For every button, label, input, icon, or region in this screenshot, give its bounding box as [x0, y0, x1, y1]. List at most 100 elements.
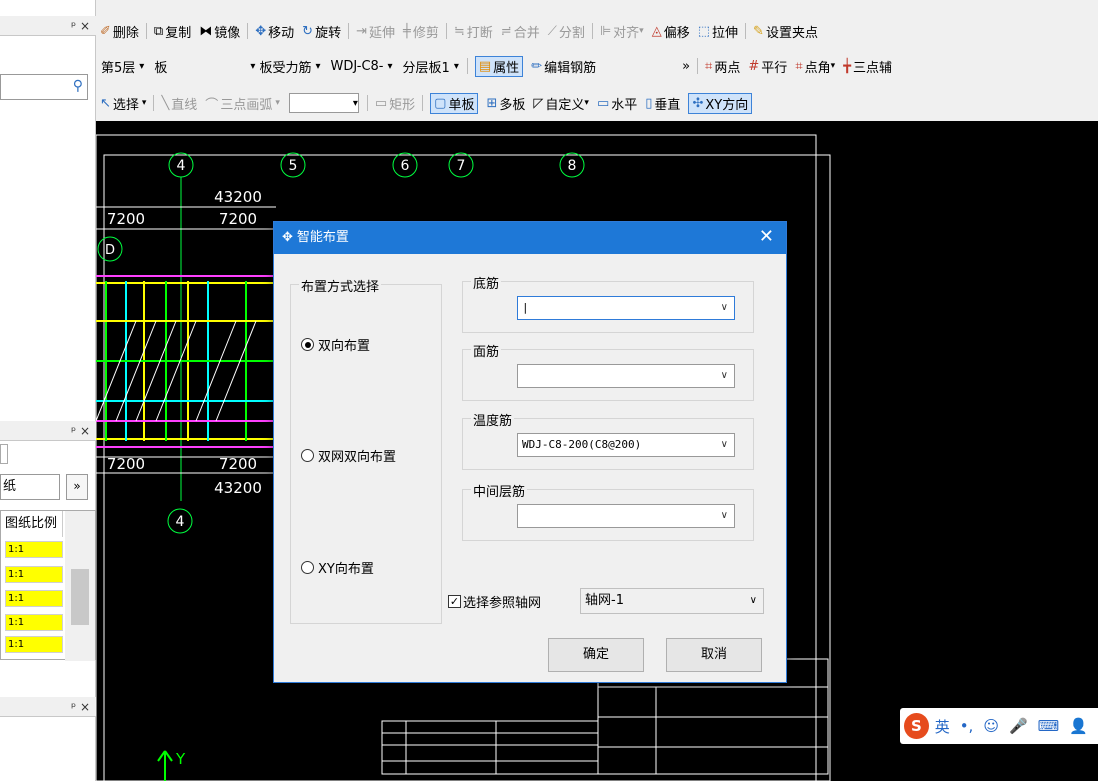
break-button[interactable]: ≒ 打断 — [454, 22, 493, 41]
table-row[interactable]: 1:1 — [5, 566, 63, 583]
bottom-rebar-label: 底筋 — [471, 273, 502, 292]
floor-select[interactable]: 第5层 ▾ — [101, 57, 144, 76]
table-row[interactable]: 1:1 — [5, 590, 63, 607]
multi-board-button[interactable]: ⊞ 多板 — [486, 94, 525, 113]
stretch-icon: ⬚ — [697, 23, 711, 39]
move-icon: ✥ — [255, 23, 267, 39]
split-button[interactable]: ⟋ 分割 — [548, 22, 585, 41]
table-row[interactable]: 1:1 — [5, 636, 63, 653]
scroll-thumb[interactable] — [71, 569, 89, 625]
axis-label: 8 — [568, 158, 577, 174]
edit-rebar-button[interactable]: ✏ 编辑钢筋 — [531, 57, 596, 76]
rect-button[interactable]: ▭ 矩形 — [375, 94, 415, 113]
punct-icon[interactable]: •, — [960, 717, 974, 735]
offset-button[interactable]: ◬ 偏移 — [652, 22, 690, 41]
cancel-button[interactable]: 取消 — [666, 638, 762, 672]
scale-table: 图纸比例 1:1 1:1 1:1 1:1 1:1 — [0, 510, 96, 661]
parallel-icon: # — [748, 58, 760, 74]
single-board-button[interactable]: ▢ 单板 — [430, 92, 479, 114]
move-button[interactable]: ✥ 移动 — [255, 22, 294, 41]
close-icon[interactable]: ✕ — [759, 222, 774, 252]
layer-select[interactable]: 分层板1 ▾ — [403, 57, 459, 76]
dimension-label: 7200 — [107, 210, 145, 228]
dialog-titlebar[interactable]: ✥ 智能布置 ✕ — [274, 222, 786, 254]
table-row[interactable]: 1:1 — [5, 541, 63, 558]
draw-mode-select[interactable]: ▾ — [288, 93, 359, 113]
xy-icon: ✣ — [692, 95, 704, 111]
radio-xy[interactable]: XY向布置 — [301, 558, 374, 577]
eraser-icon: ✐ — [100, 23, 111, 39]
component-select[interactable]: 板 — [154, 57, 236, 76]
axis-label: D — [105, 243, 115, 258]
three-point-icon: ╈ — [843, 58, 852, 74]
three-point-button[interactable]: ╈ 三点辅 — [843, 57, 892, 76]
user-icon[interactable]: 👤 — [1069, 717, 1088, 735]
draw-toolbar: ↖ 选择 ▾ ╲ 直线 ⌒ 三点画弧 ▾ ▾ ▭ 矩形 ▢ 单板 ⊞ 多板 ◸ 自定义 ▾ ▭ 水平 … — [96, 90, 1098, 116]
rebar-code-select[interactable]: WDJ-C8- ▾ — [331, 59, 393, 74]
search-input[interactable]: ⚲ — [0, 74, 88, 100]
align-button[interactable]: ⊫ 对齐 ▾ — [600, 22, 644, 41]
mid-rebar-combo[interactable]: ∨ — [517, 504, 735, 528]
horizontal-button[interactable]: ▭ 水平 — [597, 94, 637, 113]
mirror-button[interactable]: ⧓ 镜像 — [199, 22, 240, 41]
property-icon: ▤ — [478, 58, 492, 74]
property-button[interactable]: ▤ 属性 — [474, 55, 524, 77]
chevron-down-icon: ▾ — [315, 60, 321, 72]
temp-rebar-combo[interactable]: WDJ-C8-200(C8@200) ∨ — [517, 433, 735, 457]
dimension-label: 43200 — [214, 479, 262, 497]
mic-icon[interactable]: 🎤 — [1009, 717, 1028, 735]
copy-button[interactable]: ⧉ 复制 — [154, 22, 191, 41]
table-row[interactable]: 1:1 — [5, 614, 63, 631]
panel-pin-close[interactable]: ᵖ × — [0, 421, 96, 441]
radio-double-mesh[interactable]: 双网双向布置 — [301, 446, 396, 465]
two-points-button[interactable]: ⌗ 两点 — [705, 57, 740, 76]
chevron-down-icon: ▾ — [139, 60, 145, 72]
two-points-icon: ⌗ — [705, 58, 713, 74]
edit-toolbar: ✐ 删除 ⧉ 复制 ⧓ 镜像 ✥ 移动 ↻ 旋转 ⇥ 延伸 ╪ 修剪 ≒ 打断 ≓ 合并 ⟋ 分割 … — [96, 18, 1098, 44]
ok-button[interactable]: 确定 — [548, 638, 644, 672]
set-grip-button[interactable]: ✎ 设置夹点 — [753, 22, 818, 41]
drawing-input[interactable]: 纸 — [0, 474, 60, 500]
rebar-type-select[interactable]: ▾ 板受力筋 ▾ — [246, 57, 320, 76]
ref-axis-checkbox[interactable]: ✓ 选择参照轴网 — [448, 592, 541, 611]
edit-icon: ✏ — [531, 58, 543, 74]
emoji-icon[interactable]: ☺ — [983, 717, 999, 735]
bottom-rebar-combo[interactable]: | ∨ — [517, 296, 735, 320]
axis-grid-select[interactable]: 轴网-1 ∨ — [580, 588, 764, 614]
merge-button[interactable]: ≓ 合并 — [501, 22, 540, 41]
panel-pin-close[interactable]: ᵖ × — [0, 697, 96, 717]
line-button[interactable]: ╲ 直线 — [161, 94, 197, 113]
keyboard-icon[interactable]: ⌨ — [1038, 717, 1060, 735]
magnifier-icon[interactable]: ⚲ — [73, 78, 83, 94]
custom-button[interactable]: ◸ 自定义 ▾ — [533, 94, 589, 113]
top-rebar-combo[interactable]: ∨ — [517, 364, 735, 388]
rotate-button[interactable]: ↻ 旋转 — [302, 22, 341, 41]
check-icon: ✓ — [448, 595, 461, 608]
chevron-down-icon: ∨ — [720, 510, 728, 521]
break-icon: ≒ — [453, 23, 465, 39]
delete-button[interactable]: ✐ 删除 — [100, 22, 139, 41]
left-panel: ᵖ × ⚲ ᵖ × 纸 » 图纸比例 1:1 1:1 1:1 1:1 1:1 ᵖ… — [0, 0, 96, 781]
ime-lang-toggle[interactable]: 英 — [935, 716, 950, 737]
trim-button[interactable]: ╪ 修剪 — [403, 22, 439, 41]
radio-bidirectional[interactable]: 双向布置 — [301, 335, 370, 354]
stretch-button[interactable]: ⬚ 拉伸 — [698, 22, 738, 41]
overflow-button[interactable]: » — [682, 59, 690, 74]
offset-icon: ◬ — [651, 23, 662, 39]
panel-pin-close[interactable]: ᵖ × — [0, 16, 96, 36]
sogou-logo-icon[interactable]: S — [904, 713, 929, 739]
ucs-y-label: Y — [175, 750, 186, 768]
scale-header: 图纸比例 — [5, 511, 63, 537]
arc-button[interactable]: ⌒ 三点画弧 ▾ — [205, 94, 280, 113]
extend-button[interactable]: ⇥ 延伸 — [356, 22, 395, 41]
vertical-button[interactable]: ▯ 垂直 — [645, 94, 680, 113]
parallel-button[interactable]: # 平行 — [748, 57, 787, 76]
scrollbar[interactable] — [65, 511, 95, 661]
grip-icon: ✎ — [753, 23, 764, 39]
more-button[interactable]: » — [66, 474, 88, 500]
xy-direction-button[interactable]: ✣ XY方向 — [688, 92, 753, 114]
panel-tab[interactable] — [0, 444, 8, 464]
point-angle-button[interactable]: ⌗ 点角 ▾ — [795, 57, 835, 76]
chevron-down-icon: ▾ — [387, 60, 393, 72]
select-button[interactable]: ↖ 选择 ▾ — [100, 94, 146, 113]
